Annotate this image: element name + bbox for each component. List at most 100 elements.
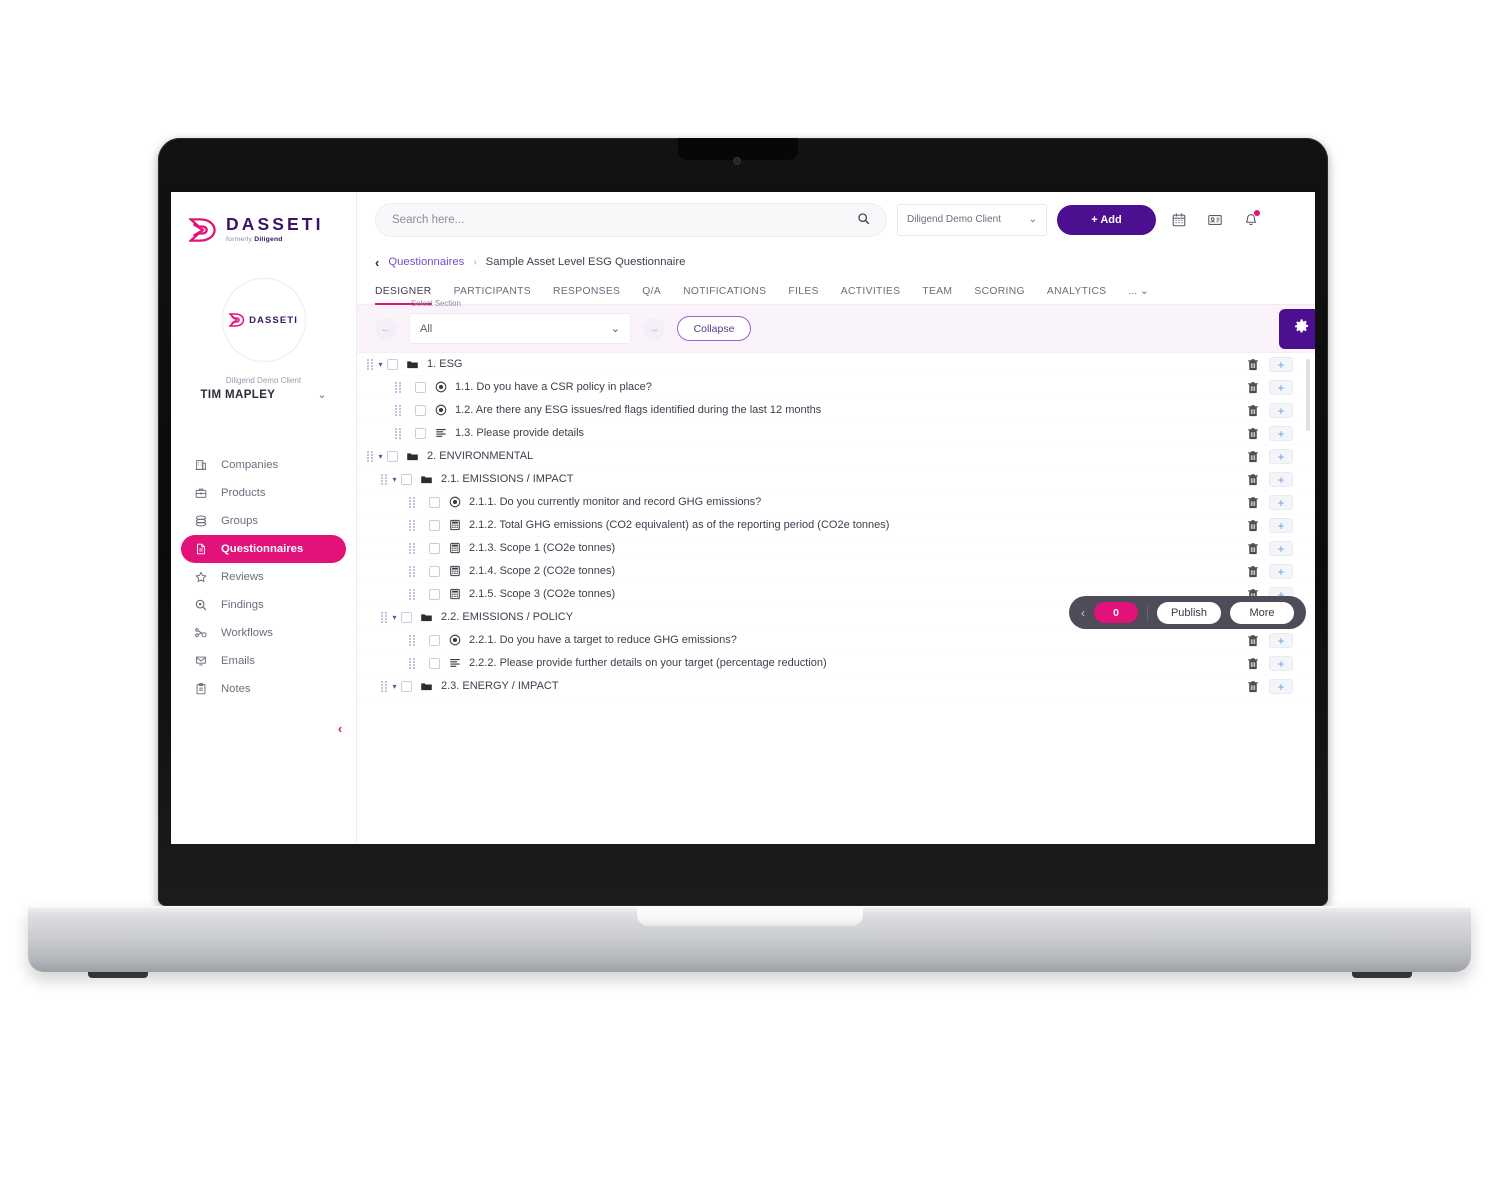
previous-section-button[interactable]: ← — [375, 317, 397, 340]
drag-handle-icon[interactable] — [395, 427, 402, 439]
drag-handle-icon[interactable] — [381, 611, 388, 623]
tab-scoring[interactable]: SCORING — [974, 286, 1025, 304]
add-row-button[interactable]: + — [1269, 426, 1293, 441]
sidebar-item-products[interactable]: Products — [181, 479, 346, 507]
search-box[interactable] — [375, 202, 887, 237]
table-row[interactable]: 1.1. Do you have a CSR policy in place? … — [357, 376, 1315, 399]
table-row[interactable]: 2.1.4. Scope 2 (CO2e tonnes) + — [357, 560, 1315, 583]
publish-button[interactable]: Publish — [1157, 601, 1221, 624]
table-row[interactable]: 2.1.1. Do you currently monitor and reco… — [357, 491, 1315, 514]
table-row[interactable]: 2.1.3. Scope 1 (CO2e tonnes) + — [357, 537, 1315, 560]
sidebar-item-companies[interactable]: Companies — [181, 451, 346, 479]
table-row[interactable]: ▾ 2. ENVIRONMENTAL + — [357, 445, 1315, 468]
add-row-button[interactable]: + — [1269, 472, 1293, 487]
add-row-button[interactable]: + — [1269, 633, 1293, 648]
table-row[interactable]: 1.2. Are there any ESG issues/red flags … — [357, 399, 1315, 422]
drag-handle-icon[interactable] — [367, 358, 374, 370]
add-row-button[interactable]: + — [1269, 541, 1293, 556]
chevron-left-icon[interactable]: ‹ — [1081, 606, 1085, 620]
row-checkbox[interactable] — [429, 588, 440, 600]
add-row-button[interactable]: + — [1269, 564, 1293, 579]
expand-caret-icon[interactable]: ▾ — [388, 682, 401, 691]
row-checkbox[interactable] — [429, 519, 440, 531]
trash-icon[interactable] — [1246, 657, 1259, 671]
tree-scrollbar[interactable] — [1306, 359, 1310, 431]
sidebar-item-questionnaires[interactable]: Questionnaires — [181, 535, 346, 563]
row-checkbox[interactable] — [401, 680, 412, 692]
drag-handle-icon[interactable] — [409, 588, 416, 600]
table-row[interactable]: ▾ 2.1. EMISSIONS / IMPACT + — [357, 468, 1315, 491]
section-select-dropdown[interactable]: All ⌄ — [409, 313, 631, 344]
table-row[interactable]: 1.3. Please provide details + — [357, 422, 1315, 445]
trash-icon[interactable] — [1246, 565, 1259, 579]
tab-team[interactable]: TEAM — [922, 286, 952, 304]
row-checkbox[interactable] — [401, 611, 412, 623]
drag-handle-icon[interactable] — [395, 404, 402, 416]
tab-files[interactable]: FILES — [788, 286, 818, 304]
trash-icon[interactable] — [1246, 381, 1259, 395]
expand-caret-icon[interactable]: ▾ — [374, 360, 387, 369]
row-checkbox[interactable] — [429, 496, 440, 508]
app-logo[interactable]: DASSETI formerly Diligend — [171, 192, 356, 244]
row-checkbox[interactable] — [429, 634, 440, 646]
sidebar-item-groups[interactable]: Groups — [181, 507, 346, 535]
selection-count-badge[interactable]: 0 — [1094, 602, 1138, 623]
user-menu[interactable]: TIM MAPLEY ⌄ — [171, 388, 356, 402]
trash-icon[interactable] — [1246, 519, 1259, 533]
breadcrumb-parent-link[interactable]: Questionnaires — [388, 256, 464, 268]
row-checkbox[interactable] — [429, 657, 440, 669]
row-checkbox[interactable] — [429, 542, 440, 554]
tab-overflow-menu[interactable]: ... ⌄ — [1128, 285, 1148, 304]
sidebar-item-notes[interactable]: Notes — [181, 675, 346, 703]
row-checkbox[interactable] — [387, 450, 398, 462]
drag-handle-icon[interactable] — [409, 519, 416, 531]
tab-participants[interactable]: PARTICIPANTS — [454, 286, 531, 304]
drag-handle-icon[interactable] — [381, 680, 388, 692]
contact-card-icon[interactable] — [1202, 207, 1228, 233]
table-row[interactable]: ▾ 2.3. ENERGY / IMPACT + — [357, 675, 1315, 698]
add-row-button[interactable]: + — [1269, 495, 1293, 510]
add-row-button[interactable]: + — [1269, 449, 1293, 464]
back-button[interactable]: ‹ — [375, 255, 379, 270]
add-row-button[interactable]: + — [1269, 357, 1293, 372]
add-row-button[interactable]: + — [1269, 518, 1293, 533]
search-input[interactable] — [392, 213, 849, 226]
row-checkbox[interactable] — [415, 381, 426, 393]
drag-handle-icon[interactable] — [409, 565, 416, 577]
next-section-button[interactable]: → — [643, 317, 665, 340]
add-button[interactable]: + Add — [1057, 204, 1156, 235]
table-row[interactable]: 2.1.2. Total GHG emissions (CO2 equivale… — [357, 514, 1315, 537]
tab-qa[interactable]: Q/A — [642, 286, 661, 304]
sidebar-item-findings[interactable]: Findings — [181, 591, 346, 619]
trash-icon[interactable] — [1246, 427, 1259, 441]
sidebar-collapse-toggle[interactable]: ‹ — [331, 719, 349, 737]
trash-icon[interactable] — [1246, 542, 1259, 556]
trash-icon[interactable] — [1246, 473, 1259, 487]
collapse-button[interactable]: Collapse — [677, 316, 751, 341]
calendar-icon[interactable] — [1166, 207, 1192, 233]
trash-icon[interactable] — [1246, 680, 1259, 694]
trash-icon[interactable] — [1246, 450, 1259, 464]
drag-handle-icon[interactable] — [367, 450, 374, 462]
more-button[interactable]: More — [1230, 601, 1294, 624]
sidebar-item-reviews[interactable]: Reviews — [181, 563, 346, 591]
client-select-dropdown[interactable]: Diligend Demo Client ⌄ — [897, 203, 1047, 236]
row-checkbox[interactable] — [415, 427, 426, 439]
row-checkbox[interactable] — [429, 565, 440, 577]
drag-handle-icon[interactable] — [381, 473, 388, 485]
expand-caret-icon[interactable]: ▾ — [388, 475, 401, 484]
tab-analytics[interactable]: ANALYTICS — [1047, 286, 1107, 304]
table-row[interactable]: 2.2.1. Do you have a target to reduce GH… — [357, 629, 1315, 652]
tab-responses[interactable]: RESPONSES — [553, 286, 620, 304]
add-row-button[interactable]: + — [1269, 403, 1293, 418]
search-icon[interactable] — [857, 212, 870, 228]
bell-icon[interactable] — [1238, 207, 1264, 233]
trash-icon[interactable] — [1246, 404, 1259, 418]
drag-handle-icon[interactable] — [409, 657, 416, 669]
add-row-button[interactable]: + — [1269, 380, 1293, 395]
expand-caret-icon[interactable]: ▾ — [388, 613, 401, 622]
row-checkbox[interactable] — [401, 473, 412, 485]
add-row-button[interactable]: + — [1269, 656, 1293, 671]
table-row[interactable]: ▾ 1. ESG + — [357, 353, 1315, 376]
tab-activities[interactable]: ACTIVITIES — [841, 286, 901, 304]
